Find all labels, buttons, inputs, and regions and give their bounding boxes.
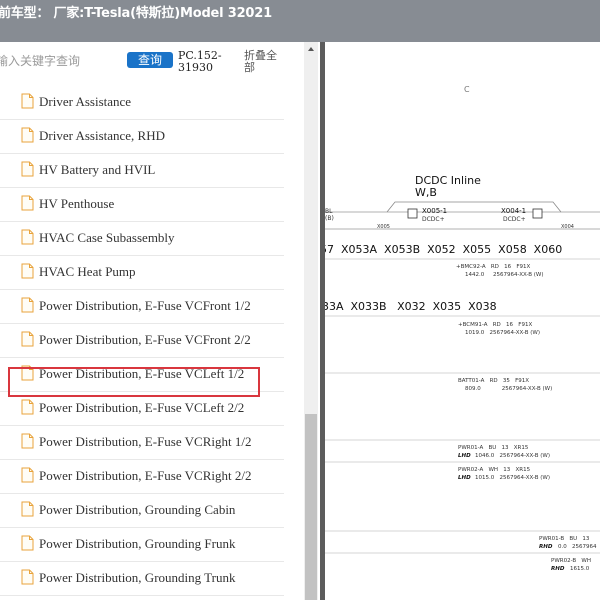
tree-item-label: Power Distribution, E-Fuse VCFront 2/2 [39,332,251,347]
pc-code-label: PC.152-31930 [178,49,222,74]
connector-x004-sub: DCDC+ [503,216,526,223]
tree-item-label: Power Distribution, E-Fuse VCRight 2/2 [39,468,252,483]
tree-item-driver-assistance[interactable]: Driver Assistance [0,86,284,120]
scroll-up-arrow-icon[interactable] [304,42,318,56]
wire-pwr02a-spec: PWR02-A WH 13 XR15 [458,467,531,473]
diagram-viewer: C DCDC Inline W,B X005-1 DCDC+ X004-1 DC… [320,42,600,600]
connector-x004-label: X004-1 [501,207,526,215]
wire-pwr02b-tag: RHD [551,566,565,572]
grid-column-label: C [464,85,470,94]
wire-pwr01a-spec: PWR01-A BU 13 XR15 [458,445,529,451]
wire-pwr01b-spec: PWR01-B BU 13 [539,536,590,542]
search-input[interactable] [0,50,116,72]
tree-item-hv-battery-and-hvil[interactable]: HV Battery and HVIL [0,154,284,188]
grid-marker: C [464,85,470,94]
tree-item-driver-assistance-rhd[interactable]: Driver Assistance, RHD [0,120,284,154]
tree-item-label: Power Distribution, E-Fuse VCLeft 1/2 [39,366,245,381]
tree-item-grounding-trunk[interactable]: Power Distribution, Grounding Trunk [0,562,284,596]
tree-item-label: Power Distribution, E-Fuse VCRight 1/2 [39,434,252,449]
tree-item-hv-penthouse[interactable]: HV Penthouse [0,188,284,222]
connector-x004-box [532,208,543,219]
tree-item-label: Power Distribution, E-Fuse VCLeft 2/2 [39,400,245,415]
small-x005-label: X005 [377,224,390,230]
sidebar-scrollbar[interactable] [304,42,318,600]
connector-row-2: 33A X033B X032 X035 X038 [325,300,497,313]
tree-item-efuse-vcright-2[interactable]: Power Distribution, E-Fuse VCRight 2/2 [0,460,284,494]
document-icon [21,127,34,143]
wire-row-2-spec: +BCM91-A RD 16 F91X [458,322,532,328]
tree-item-efuse-vcfront-2[interactable]: Power Distribution, E-Fuse VCFront 2/2 [0,324,284,358]
tree-item-label: Power Distribution, Grounding Frunk [39,536,236,551]
document-icon [21,229,34,245]
connector-x005-label: X005-1 [422,207,447,215]
tree-item-efuse-vcleft-2[interactable]: Power Distribution, E-Fuse VCLeft 2/2 [0,392,284,426]
document-icon [21,297,34,313]
wire-pwr02b-part: 1615.0 [570,566,590,572]
document-icon [21,467,34,483]
wire-row-1-spec: +BMC92-A RD 16 F91X [456,264,531,270]
document-icon [21,501,34,517]
search-row: 查询 PC.152-31930 折叠全部 [0,42,300,82]
search-button[interactable]: 查询 [127,52,173,68]
connector-x005-sub: DCDC+ [422,216,445,223]
document-icon [21,331,34,347]
wire-row-1-part: 1442.0 2567964-XX-B (W) [465,272,544,278]
tree-item-efuse-vcfront-1[interactable]: Power Distribution, E-Fuse VCFront 1/2 [0,290,284,324]
document-icon [21,161,34,177]
wire-pwr01a-part: 1046.0 2567964-XX-B (W) [475,453,550,459]
connector-row-1: 57 X053A X053B X052 X055 X058 X060 [325,243,562,256]
wire-pwr02b-spec: PWR02-B WH [551,558,591,564]
small-x004-label: X004 [561,224,574,230]
wire-pwr01a-tag: LHD [458,453,471,459]
tree-item-efuse-vcright-1[interactable]: Power Distribution, E-Fuse VCRight 1/2 [0,426,284,460]
tree-list: Driver Assistance Driver Assistance, RHD… [0,86,284,596]
tree-item-hvac-case-subassembly[interactable]: HVAC Case Subassembly [0,222,284,256]
edge-bl-label: BL [325,208,333,215]
connector-x005-box [407,208,418,219]
tree-item-efuse-vcleft-1[interactable]: Power Distribution, E-Fuse VCLeft 1/2 [0,358,284,392]
wire-batt-part: 809.0 2567964-XX-B (W) [465,386,552,392]
wiring-diagram: C DCDC Inline W,B X005-1 DCDC+ X004-1 DC… [325,85,600,572]
collapse-all-button[interactable]: 折叠全部 [244,50,284,74]
document-icon [21,195,34,211]
tree-item-hvac-heat-pump[interactable]: HVAC Heat Pump [0,256,284,290]
tree-item-grounding-cabin[interactable]: Power Distribution, Grounding Cabin [0,494,284,528]
tree-item-grounding-frunk[interactable]: Power Distribution, Grounding Frunk [0,528,284,562]
wire-batt-spec: BATT01-A RD 35 F91X [458,378,529,384]
document-icon [21,365,34,381]
document-icon [21,433,34,449]
document-icon [21,399,34,415]
tree-item-label: Driver Assistance [39,94,132,109]
tree-item-label: HV Penthouse [39,196,115,211]
vehicle-model-title: 前车型： 厂家:T-Tesla(特斯拉)Model 32021 [0,6,272,21]
wire-pwr02a-tag: LHD [458,475,471,481]
tree-item-label: Power Distribution, Grounding Cabin [39,502,236,517]
document-icon [21,569,34,585]
sidebar: 查询 PC.152-31930 折叠全部 Driver Assistance D… [0,42,320,600]
tree-item-label: HVAC Heat Pump [39,264,136,279]
wiring-diagram-page[interactable]: C DCDC Inline W,B X005-1 DCDC+ X004-1 DC… [325,42,600,600]
scrollbar-thumb[interactable] [305,414,317,600]
wire-row-2-part: 1019.0 2567964-XX-B (W) [465,330,540,336]
tree-item-label: Power Distribution, Grounding Trunk [39,570,236,585]
tree-item-label: HVAC Case Subassembly [39,230,175,245]
dcdc-block-subtitle: W,B [415,186,437,199]
tree-item-label: Power Distribution, E-Fuse VCFront 1/2 [39,298,251,313]
wire-pwr02a-part: 1015.0 2567964-XX-B (W) [475,475,550,481]
wire-pwr01b-tag: RHD [539,544,553,550]
edge-b-label: (B) [325,215,334,222]
document-icon [21,263,34,279]
document-icon [21,93,34,109]
tree-item-label: Driver Assistance, RHD [39,128,166,143]
title-bar: 前车型： 厂家:T-Tesla(特斯拉)Model 32021 [0,0,600,42]
tree-item-label: HV Battery and HVIL [39,162,156,177]
document-icon [21,535,34,551]
wire-pwr01b-part: 0.0 2567964 [558,544,597,550]
